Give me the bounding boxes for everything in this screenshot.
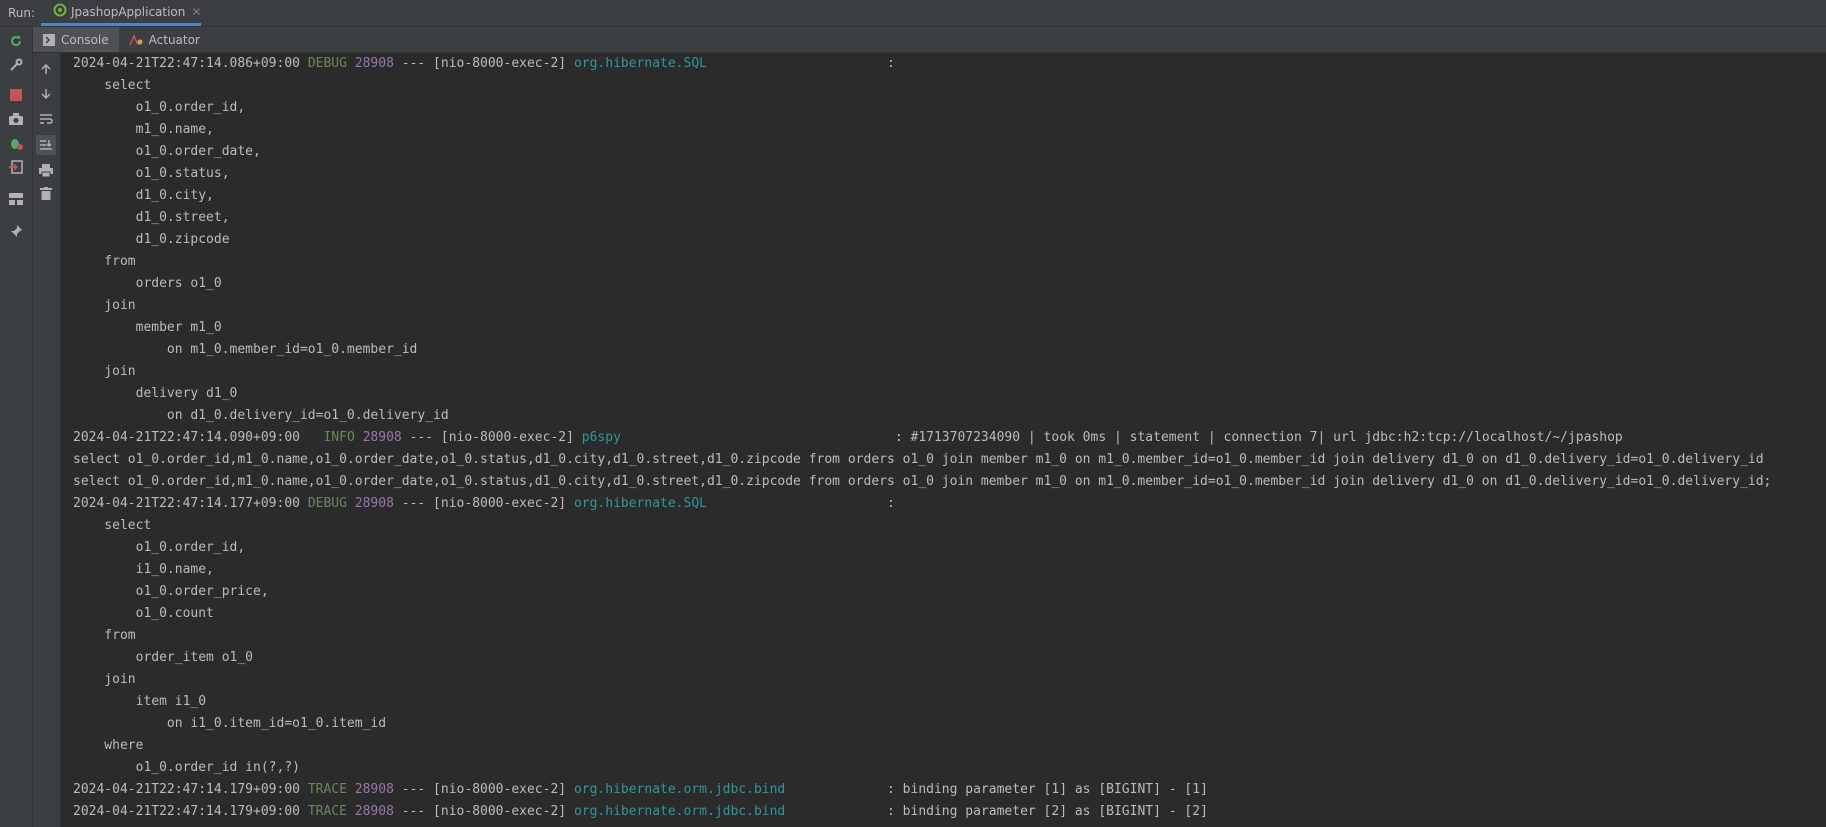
wrench-icon[interactable] [6, 55, 26, 75]
log-logger: org.hibernate.orm.jdbc.bind [573, 782, 786, 797]
sql-line: on i1_0.item_id=o1_0.item_id [73, 716, 387, 731]
sql-line: o1_0.status, [73, 166, 230, 181]
sql-line: member m1_0 [73, 320, 222, 335]
sql-line: item i1_0 [73, 694, 207, 709]
log-pid: 28908 [354, 56, 394, 71]
sql-line: o1_0.count [73, 606, 214, 621]
run-label: Run: [8, 6, 36, 20]
rerun-icon[interactable] [6, 31, 26, 51]
sql-line: o1_0.order_date, [73, 144, 261, 159]
sql-line: on m1_0.member_id=o1_0.member_id [73, 342, 418, 357]
sql-line: join [73, 298, 136, 313]
scroll-to-end-icon[interactable] [36, 135, 56, 155]
sql-line: join [73, 672, 136, 687]
spring-boot-icon [53, 3, 67, 20]
run-tab-jpashop[interactable]: JpashopApplication ✕ [41, 0, 201, 26]
log-thread: --- [nio-8000-exec-2] [401, 430, 582, 445]
pin-icon[interactable] [6, 221, 26, 241]
sql-line: m1_0.name, [73, 122, 214, 137]
sql-line: d1_0.street, [73, 210, 230, 225]
sql-line: d1_0.zipcode [73, 232, 230, 247]
log-pid: 28908 [354, 804, 394, 819]
stop-icon[interactable] [6, 85, 26, 105]
log-thread: --- [nio-8000-exec-2] [393, 496, 574, 511]
p6spy-sql-line: select o1_0.order_id,m1_0.name,o1_0.orde… [73, 474, 1772, 489]
close-icon[interactable]: ✕ [191, 5, 201, 19]
log-message: : binding parameter [2] as [BIGINT] - [2… [785, 804, 1208, 819]
sql-line: on d1_0.delivery_id=o1_0.delivery_id [73, 408, 449, 423]
log-level: DEBUG [307, 496, 347, 511]
log-pid: 28908 [354, 782, 394, 797]
log-line: 2024-04-21T22:47:14.086+09:00 DEBUG 2890… [73, 53, 895, 75]
p6spy-sql-line: select o1_0.order_id,m1_0.name,o1_0.orde… [73, 452, 1764, 467]
sql-line: o1_0.order_id, [73, 100, 246, 115]
sql-line: select [73, 78, 152, 93]
camera-icon[interactable] [6, 109, 26, 129]
tab-actuator-label: Actuator [148, 32, 200, 47]
run-tab-title: JpashopApplication [71, 4, 186, 19]
tab-console-label: Console [61, 32, 109, 47]
sql-line: from [73, 254, 136, 269]
layout-icon[interactable] [6, 189, 26, 209]
sql-line: join [73, 364, 136, 379]
log-pid: 28908 [354, 496, 394, 511]
log-thread: --- [nio-8000-exec-2] [393, 56, 574, 71]
log-timestamp: 2024-04-21T22:47:14.179+09:00 [73, 782, 300, 797]
tab-console[interactable]: Console [33, 27, 119, 52]
sql-line: where [73, 738, 144, 753]
log-level: INFO [307, 430, 355, 445]
log-message: : binding parameter [1] as [BIGINT] - [1… [785, 782, 1208, 797]
run-toolbar [0, 27, 33, 827]
sql-line: order_item o1_0 [73, 650, 254, 665]
sql-line: from [73, 628, 136, 643]
log-logger: org.hibernate.SQL [573, 56, 707, 71]
sql-line: o1_0.order_price, [73, 584, 269, 599]
log-timestamp: 2024-04-21T22:47:14.179+09:00 [73, 804, 300, 819]
log-line: 2024-04-21T22:47:14.179+09:00 TRACE 2890… [73, 779, 1208, 801]
print-icon[interactable] [36, 160, 56, 180]
console-output[interactable]: 2024-04-21T22:47:14.086+09:00 DEBUG 2890… [61, 53, 1826, 827]
log-timestamp: 2024-04-21T22:47:14.090+09:00 [73, 430, 300, 445]
console-icon [43, 33, 55, 46]
down-arrow-icon[interactable] [36, 84, 56, 104]
log-thread: --- [nio-8000-exec-2] [393, 782, 574, 797]
log-message: : [707, 496, 895, 511]
sql-line: d1_0.city, [73, 188, 214, 203]
log-thread: --- [nio-8000-exec-2] [393, 804, 574, 819]
sql-line: orders o1_0 [73, 276, 222, 291]
actuator-icon [128, 33, 143, 46]
sql-line: delivery d1_0 [73, 386, 238, 401]
log-timestamp: 2024-04-21T22:47:14.086+09:00 [73, 56, 300, 71]
run-bar: Run: JpashopApplication ✕ [0, 0, 1826, 27]
sql-line: o1_0.order_id, [73, 540, 246, 555]
log-logger: org.hibernate.SQL [573, 496, 707, 511]
exit-icon[interactable] [6, 157, 26, 177]
tab-actuator[interactable]: Actuator [119, 27, 210, 52]
log-line: 2024-04-21T22:47:14.177+09:00 DEBUG 2890… [73, 493, 895, 515]
log-level: DEBUG [307, 56, 347, 71]
debug-icon[interactable] [6, 133, 26, 153]
log-level: TRACE [307, 782, 347, 797]
log-line: 2024-04-21T22:47:14.090+09:00 INFO 28908… [73, 427, 1623, 449]
sql-line: select [73, 518, 152, 533]
log-message: : [707, 56, 895, 71]
log-message: : #1713707234090 | took 0ms | statement … [620, 430, 1623, 445]
soft-wrap-icon[interactable] [36, 109, 56, 129]
log-level: TRACE [307, 804, 347, 819]
log-logger: p6spy [581, 430, 621, 445]
sql-line: o1_0.order_id in(?,?) [73, 760, 300, 775]
trash-icon[interactable] [36, 183, 56, 203]
log-line: 2024-04-21T22:47:14.179+09:00 TRACE 2890… [73, 801, 1208, 823]
up-arrow-icon[interactable] [36, 59, 56, 79]
console-tab-bar: Console Actuator [33, 27, 1826, 53]
log-pid: 28908 [362, 430, 402, 445]
sql-line: i1_0.name, [73, 562, 214, 577]
log-timestamp: 2024-04-21T22:47:14.177+09:00 [73, 496, 300, 511]
console-toolbar [33, 53, 61, 827]
log-logger: org.hibernate.orm.jdbc.bind [573, 804, 786, 819]
